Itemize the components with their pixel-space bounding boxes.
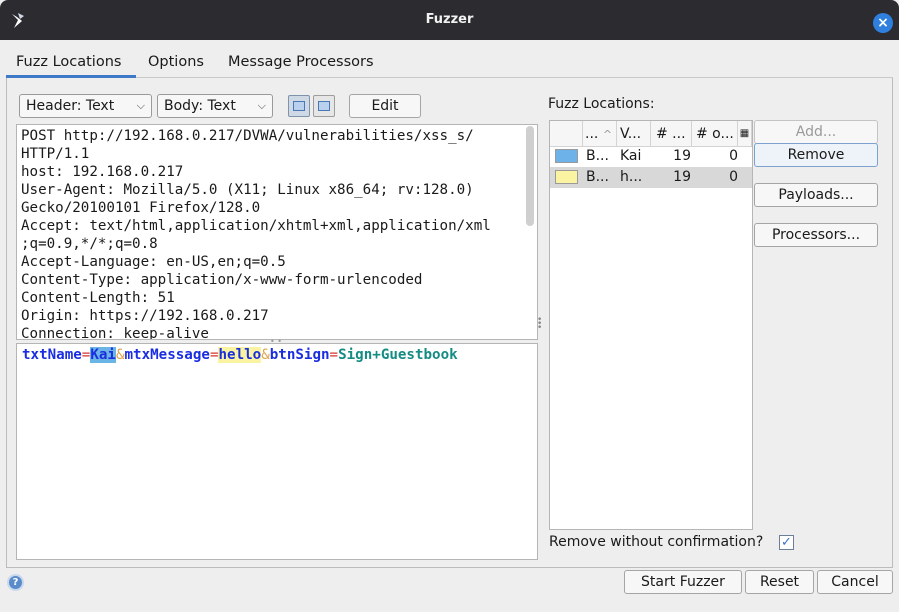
tab-options[interactable]: Options [138, 46, 216, 78]
fuzz-location-value[interactable]: hello [218, 347, 262, 363]
layout-split-horizontal-button[interactable] [313, 95, 335, 117]
location-color-swatch [555, 170, 578, 184]
reset-button[interactable]: Reset [745, 570, 814, 594]
sort-ascending-icon: ^ [602, 128, 613, 141]
chevron-down-icon: ⌵ [136, 99, 145, 112]
body-view-select[interactable]: Body: Text ⌵ [157, 94, 273, 118]
param-value: Sign [338, 347, 373, 363]
location-name: B... [586, 148, 609, 164]
processor-count: 0 [729, 148, 738, 164]
payloads-button[interactable]: Payloads... [754, 183, 878, 207]
close-icon[interactable]: × [873, 13, 893, 33]
column-header-count[interactable]: # ... [651, 121, 692, 147]
headers-scrollbar[interactable] [526, 126, 534, 226]
add-button[interactable]: Add... [754, 120, 878, 144]
payload-count: 19 [673, 148, 691, 164]
edit-button[interactable]: Edit [349, 94, 421, 118]
request-body-pane[interactable]: txtName=Kai&mtxMessage=hello&btnSign=Sig… [16, 343, 538, 560]
request-headers-text[interactable]: POST http://192.168.0.217/DVWA/vulnerabi… [21, 127, 525, 339]
column-header-color[interactable] [550, 121, 583, 147]
column-header-value[interactable]: V... [617, 121, 651, 147]
header-view-label: Header: Text [26, 98, 115, 114]
table-row[interactable]: B... h... 19 0 [550, 167, 752, 188]
fuzz-locations-table[interactable]: ... ^ V... # ... # o... ▦ B... Kai 19 0 … [549, 120, 753, 530]
split-vertical-icon [293, 101, 305, 111]
body-view-label: Body: Text [164, 98, 236, 114]
header-view-select[interactable]: Header: Text ⌵ [19, 94, 152, 118]
start-fuzzer-button[interactable]: Start Fuzzer [624, 570, 742, 594]
request-headers-pane[interactable]: POST http://192.168.0.217/DVWA/vulnerabi… [16, 124, 538, 340]
window-title: Fuzzer [425, 12, 474, 27]
location-color-swatch [555, 149, 578, 163]
column-label: ... [585, 126, 599, 142]
location-value: Kai [620, 148, 642, 164]
remove-confirmation-label: Remove without confirmation? [549, 534, 764, 550]
param-name: txtName [22, 347, 82, 363]
column-chooser-icon[interactable]: ▦ [738, 121, 752, 147]
plus-sign: + [372, 347, 381, 363]
ampersand: & [115, 347, 125, 363]
request-body-text[interactable]: txtName=Kai&mtxMessage=hello&btnSign=Sig… [22, 346, 458, 364]
tab-fuzz-locations[interactable]: Fuzz Locations [6, 46, 136, 78]
layout-split-vertical-button[interactable] [288, 95, 310, 117]
param-value: Guestbook [380, 347, 458, 363]
fuzz-locations-label: Fuzz Locations: [548, 96, 655, 112]
table-row[interactable]: B... Kai 19 0 [550, 146, 752, 167]
tab-message-processors[interactable]: Message Processors [218, 46, 388, 78]
processors-button[interactable]: Processors... [754, 223, 878, 247]
split-horizontal-icon [318, 101, 330, 111]
help-icon[interactable]: ? [7, 574, 24, 591]
remove-confirmation-checkbox[interactable]: ✓ [779, 535, 794, 550]
param-name: mtxMessage [124, 347, 210, 363]
payload-count: 19 [673, 169, 691, 185]
pane-divider-icon[interactable]: • • • [537, 316, 542, 333]
equals-sign: = [329, 347, 339, 363]
ampersand: & [261, 347, 270, 363]
remove-button[interactable]: Remove [754, 143, 878, 167]
cancel-button[interactable]: Cancel [817, 570, 893, 594]
column-header-other[interactable]: # o... [692, 121, 738, 147]
column-header-name[interactable]: ... ^ [583, 121, 617, 147]
fuzz-location-value[interactable]: Kai [90, 347, 116, 363]
location-value: h... [620, 169, 643, 185]
chevron-down-icon: ⌵ [257, 99, 266, 112]
param-name: btnSign [269, 347, 330, 363]
processor-count: 0 [729, 169, 738, 185]
location-name: B... [586, 169, 609, 185]
